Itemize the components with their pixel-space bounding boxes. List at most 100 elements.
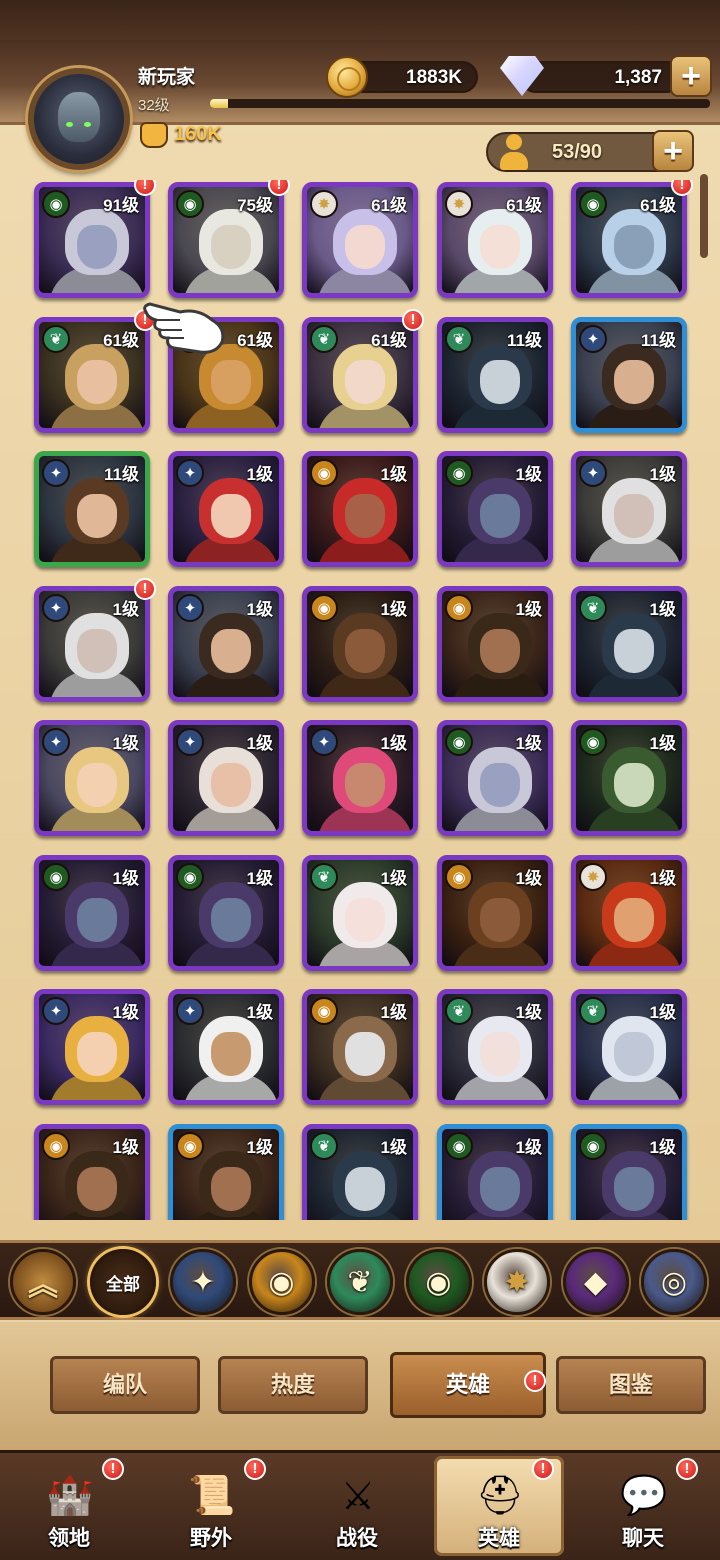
- hero-card[interactable]: ✦ 1级: [168, 720, 284, 836]
- hero-card[interactable]: ◉ 91级: [34, 182, 150, 298]
- celestial-filter-icon[interactable]: ✸: [484, 1249, 550, 1315]
- mauler-filter-icon[interactable]: ◉: [248, 1249, 315, 1315]
- hero-card[interactable]: ✦ 11级: [571, 316, 687, 433]
- hero-card[interactable]: ◉ 1级: [571, 1123, 687, 1220]
- hero-card[interactable]: ◉ 1级: [168, 854, 284, 971]
- hero-card[interactable]: ◉ 1级: [437, 854, 553, 971]
- hero-card[interactable]: ❦ 1级: [302, 1123, 418, 1220]
- player-avatar[interactable]: [28, 68, 130, 170]
- hero-card[interactable]: ◉ 1级: [34, 1123, 150, 1220]
- hero-card[interactable]: ✸ 61级: [302, 182, 418, 298]
- wilder-filter-icon[interactable]: ❦: [327, 1249, 393, 1315]
- celestial-faction-icon: ✸: [579, 862, 607, 891]
- alert-badge-icon: !: [402, 308, 424, 331]
- mauler-faction-icon: ◉: [310, 459, 338, 487]
- hero-card[interactable]: ◉ 1级: [34, 854, 150, 971]
- hero-card[interactable]: ❦ 1级: [571, 585, 687, 702]
- hero-level: 91级: [103, 196, 139, 215]
- filter-all-button[interactable]: 全部: [90, 1249, 156, 1315]
- hero-card[interactable]: ✦ 1级: [168, 585, 284, 702]
- nav-label: 聊天: [622, 1527, 664, 1550]
- hero-card[interactable]: ✦ 1级: [34, 585, 150, 702]
- hero-card[interactable]: ✦ 1级: [34, 720, 150, 836]
- hero-portrait-face: [211, 1032, 251, 1076]
- hero-card[interactable]: ✦ 1级: [168, 989, 284, 1105]
- hero-card[interactable]: ❦ 61级: [302, 316, 418, 433]
- hero-card[interactable]: ◉ 61级: [571, 182, 687, 298]
- dimensional-filter-icon[interactable]: ◎: [641, 1249, 707, 1315]
- nav-chat-bubble[interactable]: 💬 聊天!: [578, 1456, 708, 1556]
- hero-portrait-face: [480, 225, 520, 269]
- hero-card[interactable]: ◉ 1级: [437, 1123, 553, 1220]
- hero-card[interactable]: ✦ 1级: [168, 451, 284, 567]
- hero-card[interactable]: ◉ 75级: [168, 182, 284, 298]
- hero-portrait-face: [211, 359, 251, 404]
- hero-card[interactable]: ❦ 61级: [34, 316, 150, 433]
- hero-level: 1级: [246, 599, 273, 619]
- hero-portrait-face: [614, 763, 654, 807]
- hero-portrait-face: [345, 225, 385, 269]
- lightbearer-faction-icon: ✦: [310, 728, 338, 756]
- hero-card[interactable]: ✸ 61级: [437, 182, 553, 298]
- hypogean-filter-icon[interactable]: ◆: [562, 1249, 629, 1315]
- hero-card[interactable]: ❦ 11级: [437, 316, 553, 433]
- hero-level: 1级: [246, 1137, 273, 1157]
- hero-portrait-face: [480, 897, 520, 942]
- hero-card[interactable]: ❦ 1级: [571, 989, 687, 1105]
- lightbearer-faction-icon: ✦: [42, 459, 70, 487]
- hero-card[interactable]: ◉ 1级: [437, 451, 553, 567]
- hero-card[interactable]: ✦ 1级: [34, 989, 150, 1105]
- expand-roster-button[interactable]: +: [652, 130, 694, 172]
- hero-card[interactable]: ◉ 1级: [168, 1123, 284, 1220]
- graveborn-filter-icon[interactable]: ◉: [405, 1249, 472, 1315]
- lightbearer-faction-icon: ✦: [176, 997, 204, 1025]
- subtab-2[interactable]: 英雄: [390, 1352, 546, 1418]
- hero-portrait-face: [345, 897, 385, 942]
- nav-castle[interactable]: 🏰 领地!: [4, 1456, 134, 1556]
- subtab-3[interactable]: 图鉴: [556, 1356, 706, 1414]
- graveborn-faction-icon: ◉: [445, 459, 473, 487]
- hero-card[interactable]: ✦ 1级: [571, 451, 687, 567]
- hero-card[interactable]: ◉ 1级: [302, 989, 418, 1105]
- hero-level: 61级: [371, 330, 407, 350]
- hero-level: 1级: [515, 599, 542, 619]
- subtab-1[interactable]: 热度: [218, 1356, 368, 1414]
- hero-card[interactable]: ◉ 1级: [302, 585, 418, 702]
- hero-level: 1级: [380, 868, 407, 888]
- nav-crossed-swords[interactable]: ⚔ 战役: [292, 1456, 422, 1556]
- hero-card[interactable]: ◉ 1级: [302, 451, 418, 567]
- alert-badge-icon: !: [524, 1370, 546, 1392]
- nav-map-scroll[interactable]: 📜 野外!: [146, 1456, 276, 1556]
- lightbearer-faction-icon: ✦: [42, 593, 70, 622]
- hero-portrait-face: [480, 1032, 520, 1076]
- subtab-0[interactable]: 编队: [50, 1356, 200, 1414]
- hero-card[interactable]: ◉ 1级: [571, 720, 687, 836]
- wilder-faction-icon: ❦: [445, 324, 473, 353]
- hero-level: 1级: [246, 734, 273, 753]
- hero-level: 1级: [246, 868, 273, 888]
- hero-card[interactable]: ✦ 11级: [34, 451, 150, 567]
- hero-card[interactable]: ✸ 1级: [571, 854, 687, 971]
- mauler-faction-icon: ◉: [310, 593, 338, 622]
- scrollbar[interactable]: [700, 174, 708, 258]
- hero-card[interactable]: ✦ 1级: [302, 720, 418, 836]
- hero-portrait-face: [614, 1032, 654, 1076]
- alert-badge-icon: !: [532, 1458, 554, 1480]
- graveborn-faction-icon: ◉: [176, 190, 204, 218]
- hero-card[interactable]: ◉ 1级: [437, 720, 553, 836]
- hero-card[interactable]: ❦ 1级: [302, 854, 418, 971]
- hero-card[interactable]: ❦ 1级: [437, 989, 553, 1105]
- lightbearer-faction-icon: ✦: [176, 459, 204, 487]
- hero-level: 1级: [112, 868, 139, 888]
- hero-portrait-face: [77, 897, 117, 942]
- add-gems-button[interactable]: +: [670, 55, 712, 97]
- hero-level: 1级: [112, 1003, 139, 1022]
- double-chevron-up-icon[interactable]: ︽: [10, 1249, 76, 1315]
- hero-portrait-face: [480, 494, 520, 538]
- gem-counter[interactable]: 1,387: [520, 61, 682, 93]
- hero-level: 1级: [380, 1137, 407, 1157]
- nav-helmet[interactable]: ⛑ 英雄!: [434, 1456, 564, 1556]
- lightbearer-filter-icon[interactable]: ✦: [170, 1249, 236, 1315]
- hero-card[interactable]: ◉ 1级: [437, 585, 553, 702]
- hero-portrait-face: [77, 628, 117, 673]
